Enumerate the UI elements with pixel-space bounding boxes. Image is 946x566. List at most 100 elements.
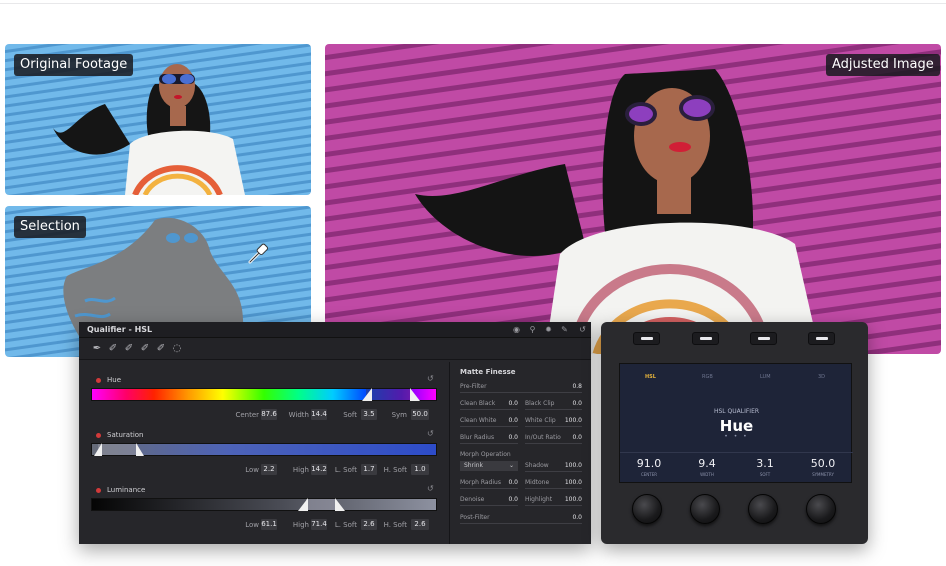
soft-button-4[interactable] bbox=[808, 332, 835, 345]
black-clip-value[interactable]: 0.0 bbox=[562, 400, 582, 407]
node-icon[interactable]: ⚲ bbox=[527, 324, 538, 335]
midtone-slider[interactable] bbox=[525, 488, 582, 489]
morph-operation-select[interactable]: Shrink ⌄ bbox=[460, 461, 518, 471]
shadow-value[interactable]: 100.0 bbox=[562, 462, 582, 469]
in-out-ratio-label: In/Out Ratio bbox=[525, 434, 561, 441]
hue-enable-dot[interactable] bbox=[96, 378, 101, 383]
saturation-range-bar[interactable] bbox=[91, 443, 437, 456]
clean-white-slider[interactable] bbox=[460, 426, 518, 427]
saturation-low-handle[interactable] bbox=[94, 443, 102, 456]
pre-filter-value[interactable]: 0.8 bbox=[562, 383, 582, 390]
luminance-hsoft-value[interactable]: 2.6 bbox=[411, 519, 429, 530]
panel-header: Qualifier - HSL ◉ ⚲ ✹ ✎ ↺ bbox=[79, 322, 591, 338]
highlight-slider[interactable] bbox=[525, 505, 582, 506]
eyedropper-tool-icon[interactable]: ✎ bbox=[559, 324, 570, 335]
morph-operation-value: Shrink bbox=[464, 462, 484, 469]
screen-soft-value: 3.1 bbox=[756, 457, 774, 470]
hue-right-handle[interactable] bbox=[410, 388, 420, 401]
saturation-hsoft-value[interactable]: 1.0 bbox=[411, 464, 429, 475]
picker-plus-icon[interactable]: ✐ bbox=[123, 343, 135, 355]
saturation-enable-dot[interactable] bbox=[96, 433, 101, 438]
luminance-low-label: Low bbox=[245, 521, 259, 529]
hue-range-bar[interactable] bbox=[91, 388, 437, 401]
screen-symmetry-value: 50.0 bbox=[810, 457, 836, 470]
hue-left-handle[interactable] bbox=[362, 388, 372, 401]
saturation-selection-window bbox=[98, 444, 138, 455]
in-out-ratio-value[interactable]: 0.0 bbox=[562, 434, 582, 441]
luminance-range-bar[interactable] bbox=[91, 498, 437, 511]
clean-black-label: Clean Black bbox=[460, 400, 496, 407]
picker-minus-icon[interactable]: ✐ bbox=[107, 343, 119, 355]
softness-plus-icon[interactable]: ✐ bbox=[155, 343, 167, 355]
shadow-label: Shadow bbox=[525, 462, 549, 469]
saturation-label: Saturation bbox=[107, 431, 144, 439]
denoise-slider[interactable] bbox=[460, 505, 518, 506]
white-clip-value[interactable]: 100.0 bbox=[562, 417, 582, 424]
denoise-value[interactable]: 0.0 bbox=[498, 496, 518, 503]
in-out-ratio-slider[interactable] bbox=[525, 443, 582, 444]
knob-2[interactable] bbox=[690, 494, 720, 524]
blur-radius-label: Blur Radius bbox=[460, 434, 495, 441]
soft-button-2[interactable] bbox=[692, 332, 719, 345]
luminance-lsoft-label: L. Soft bbox=[334, 521, 357, 529]
saturation-high-handle[interactable] bbox=[136, 443, 144, 456]
screen-divider bbox=[620, 452, 853, 453]
soft-button-1[interactable] bbox=[633, 332, 660, 345]
picker-icon[interactable]: ✒ bbox=[91, 343, 103, 355]
hue-sym-value[interactable]: 50.0 bbox=[411, 409, 429, 420]
screen-tab-hsl[interactable]: HSL bbox=[645, 374, 656, 380]
clean-white-value[interactable]: 0.0 bbox=[498, 417, 518, 424]
morph-radius-slider[interactable] bbox=[460, 488, 518, 489]
clean-black-slider[interactable] bbox=[460, 409, 518, 410]
knob-3[interactable] bbox=[748, 494, 778, 524]
sun-icon[interactable]: ✹ bbox=[543, 324, 554, 335]
original-footage-label: Original Footage bbox=[14, 54, 134, 76]
morph-radius-label: Morph Radius bbox=[460, 479, 501, 486]
picker-toolbar: ✒ ✐ ✐ ✐ ✐ ◌ bbox=[79, 338, 591, 360]
morph-radius-value[interactable]: 0.0 bbox=[498, 479, 518, 486]
soft-button-3[interactable] bbox=[750, 332, 777, 345]
screen-center-label: CENTER bbox=[640, 472, 658, 477]
panel-title: Qualifier - HSL bbox=[87, 325, 153, 334]
qualifier-mode-icon[interactable]: ◉ bbox=[511, 324, 522, 335]
luminance-selection-window bbox=[306, 499, 336, 510]
reset-panel-icon[interactable]: ↺ bbox=[577, 324, 588, 335]
white-clip-slider[interactable] bbox=[525, 426, 582, 427]
chevron-down-icon: ⌄ bbox=[508, 462, 514, 469]
blur-radius-value[interactable]: 0.0 bbox=[498, 434, 518, 441]
blur-radius-slider[interactable] bbox=[460, 443, 518, 444]
morph-operation-label: Morph Operation bbox=[460, 451, 511, 458]
luminance-low-handle[interactable] bbox=[298, 498, 308, 511]
invert-icon[interactable]: ◌ bbox=[171, 343, 183, 355]
knob-4[interactable] bbox=[806, 494, 836, 524]
luminance-high-handle[interactable] bbox=[335, 498, 345, 511]
post-filter-label: Post-Filter bbox=[460, 514, 490, 521]
softness-minus-icon[interactable]: ✐ bbox=[139, 343, 151, 355]
hue-reset-icon[interactable]: ↺ bbox=[427, 374, 434, 383]
hue-soft-label: Soft bbox=[343, 411, 357, 419]
post-filter-value[interactable]: 0.0 bbox=[562, 514, 582, 521]
luminance-reset-icon[interactable]: ↺ bbox=[427, 484, 434, 493]
screen-page-dots: • • • bbox=[724, 433, 749, 440]
luminance-enable-dot[interactable] bbox=[96, 488, 101, 493]
screen-tab-lum[interactable]: LUM bbox=[760, 374, 771, 380]
qualifier-hsl-panel: Qualifier - HSL ◉ ⚲ ✹ ✎ ↺ ✒ ✐ ✐ ✐ ✐ ◌ Hu… bbox=[79, 322, 591, 544]
screen-tab-3d[interactable]: 3D bbox=[818, 374, 825, 380]
knob-1[interactable] bbox=[632, 494, 662, 524]
hue-sym-label: Sym bbox=[391, 411, 407, 419]
matte-finesse-title: Matte Finesse bbox=[460, 368, 516, 376]
shadow-slider[interactable] bbox=[525, 471, 582, 472]
post-filter-slider[interactable] bbox=[460, 523, 582, 524]
saturation-reset-icon[interactable]: ↺ bbox=[427, 429, 434, 438]
midtone-value[interactable]: 100.0 bbox=[562, 479, 582, 486]
highlight-value[interactable]: 100.0 bbox=[562, 496, 582, 503]
clean-black-value[interactable]: 0.0 bbox=[498, 400, 518, 407]
black-clip-slider[interactable] bbox=[525, 409, 582, 410]
screen-tab-rgb[interactable]: RGB bbox=[702, 374, 713, 380]
pre-filter-slider[interactable] bbox=[460, 392, 582, 393]
hue-selection-window bbox=[366, 389, 412, 400]
hue-center-label: Center bbox=[235, 411, 259, 419]
selection-label: Selection bbox=[14, 216, 86, 238]
pre-filter-label: Pre-Filter bbox=[460, 383, 487, 390]
eyedropper-icon bbox=[248, 243, 269, 264]
